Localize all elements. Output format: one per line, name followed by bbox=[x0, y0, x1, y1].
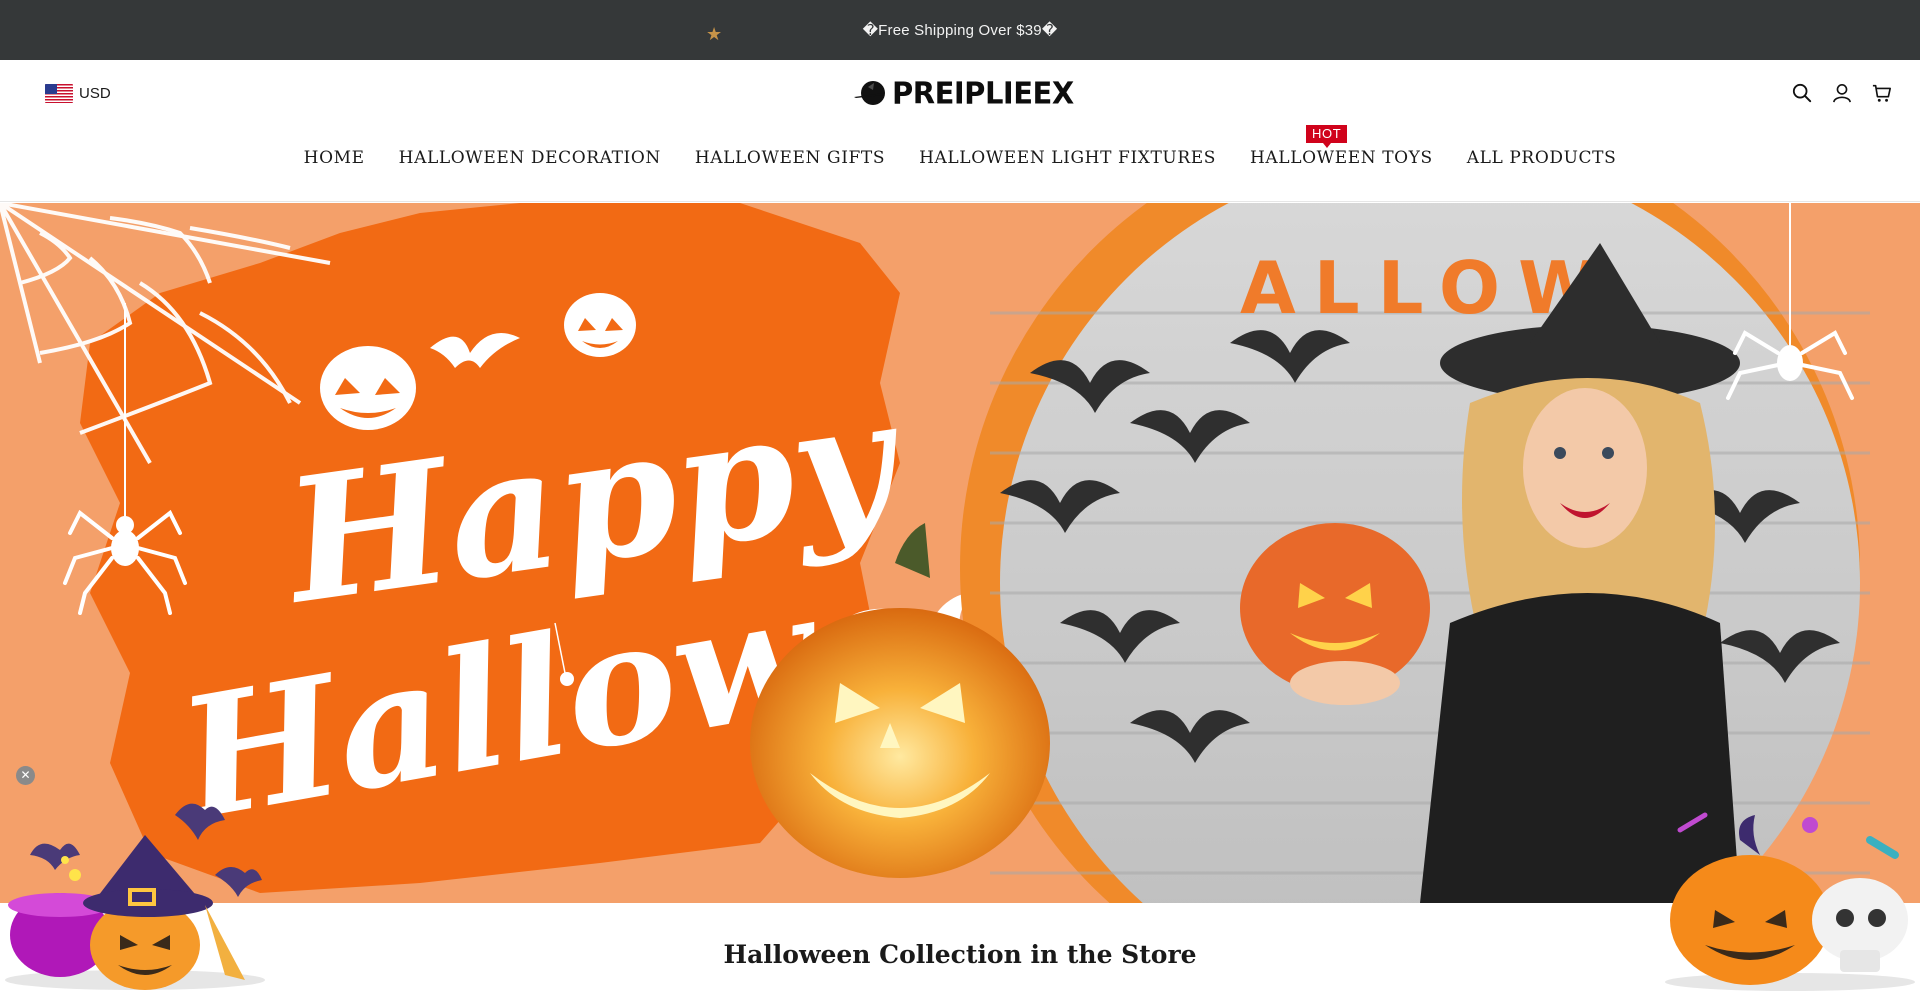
nav-halloween-gifts[interactable]: HALLOWEEN GIFTS bbox=[695, 148, 885, 168]
witch-logo-icon bbox=[854, 81, 885, 105]
nav-all-products[interactable]: ALL PRODUCTS bbox=[1467, 148, 1617, 168]
nav-halloween-light-fixtures[interactable]: HALLOWEEN LIGHT FIXTURES bbox=[919, 148, 1216, 168]
nav-halloween-toys[interactable]: HALLOWEEN TOYS HOT bbox=[1250, 125, 1433, 168]
site-header: USD PREIPLIEEX HOME HALLOWEEN DECORATION… bbox=[0, 60, 1920, 202]
nav-halloween-decoration[interactable]: HALLOWEEN DECORATION bbox=[399, 148, 661, 168]
nav-home[interactable]: HOME bbox=[304, 148, 365, 168]
announcement-text: �Free Shipping Over $39� bbox=[862, 22, 1058, 39]
hero-banner[interactable]: Happy Halloween ALLOW bbox=[0, 203, 1920, 903]
cart-icon[interactable] bbox=[1872, 82, 1892, 104]
us-flag-icon bbox=[45, 84, 73, 103]
main-nav: HOME HALLOWEEN DECORATION HALLOWEEN GIFT… bbox=[0, 125, 1920, 168]
hot-badge: HOT bbox=[1306, 125, 1348, 148]
store-logo[interactable]: PREIPLIEEX bbox=[854, 75, 1074, 111]
currency-selector[interactable]: USD bbox=[45, 84, 111, 103]
account-icon[interactable] bbox=[1832, 82, 1852, 104]
search-icon[interactable] bbox=[1792, 82, 1812, 104]
currency-label: USD bbox=[79, 85, 111, 102]
hero-illustration: Happy Halloween ALLOW bbox=[0, 203, 1920, 903]
nav-halloween-toys-label: HALLOWEEN TOYS bbox=[1250, 148, 1433, 168]
logo-text: PREIPLIEEX bbox=[892, 75, 1074, 111]
header-actions bbox=[1792, 82, 1892, 104]
announcement-bar: ★ �Free Shipping Over $39� bbox=[0, 0, 1920, 60]
close-icon[interactable]: ✕ bbox=[16, 766, 35, 785]
star-icon: ★ bbox=[706, 24, 723, 44]
section-title: Halloween Collection in the Store bbox=[723, 940, 1197, 969]
